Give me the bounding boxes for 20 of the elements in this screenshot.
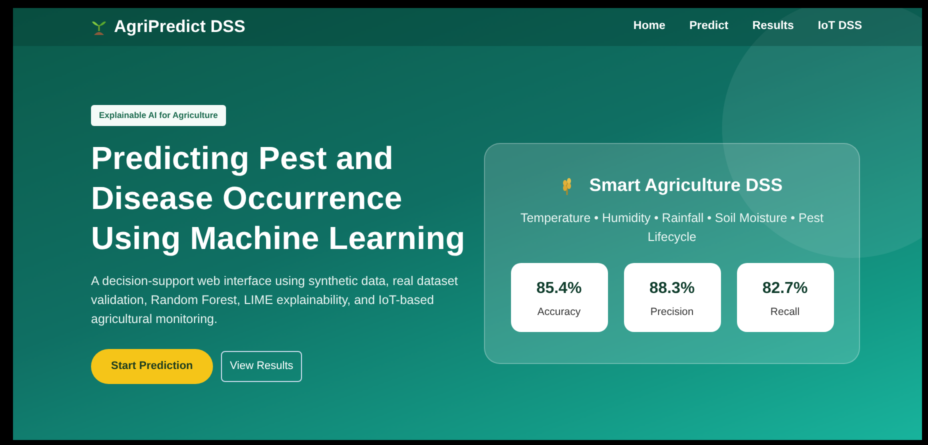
start-prediction-button[interactable]: Start Prediction [91, 349, 213, 384]
metric-label: Precision [649, 305, 695, 320]
sprout-icon [92, 19, 106, 35]
metric-value: 88.3% [648, 279, 696, 299]
metric-label: Accuracy [536, 305, 582, 320]
view-results-button[interactable]: View Results [220, 351, 302, 382]
nav-link[interactable]: Results [752, 18, 794, 36]
tagline-badge: Explainable AI for Agriculture [91, 105, 226, 126]
wheat-icon [561, 176, 574, 194]
card-title: Smart Agriculture DSS [589, 174, 783, 197]
card-subtitle: Temperature • Humidity • Rainfall • Soil Moisture • Pest Lifecycle [519, 210, 825, 246]
hero-heading: Predicting Pest and Disease Occurrence Using Machine Learning [91, 139, 466, 258]
hero-description: A decision-support web interface using synthetic data, real dataset validation, Random Forest, LIME explainability, and IoT-based agricultural monitoring. [91, 273, 459, 328]
nav-link[interactable]: Home [633, 18, 666, 36]
metric-label: Recall [769, 305, 801, 320]
metric-value: 85.4% [535, 279, 583, 299]
nav-link[interactable]: IoT DSS [818, 18, 862, 36]
metric-value: 82.7% [761, 279, 809, 299]
brand-name[interactable]: AgriPredict DSS [114, 14, 246, 40]
nav-link[interactable]: Predict [689, 18, 728, 36]
